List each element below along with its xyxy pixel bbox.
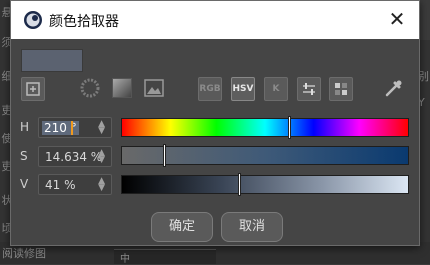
value-slider[interactable] [121, 173, 409, 196]
color-wheel-button[interactable] [79, 77, 101, 99]
hue-label: H [20, 120, 30, 134]
hsv-mode-button[interactable]: HSV [231, 77, 255, 101]
background-label: 阅读修图 [2, 247, 46, 260]
hue-input[interactable]: 210 ° ▲ ▼ [38, 117, 112, 138]
saturation-slider[interactable] [121, 144, 409, 167]
hue-slider[interactable] [121, 116, 409, 139]
cinema4d-logo-icon [24, 11, 42, 29]
grid-picker-button[interactable] [21, 77, 45, 101]
swatches-icon [335, 83, 347, 95]
cancel-button[interactable]: 取消 [221, 212, 283, 242]
spectrum-button[interactable] [111, 77, 133, 99]
value-slider-handle[interactable] [238, 173, 241, 196]
value-value: 41 % [45, 178, 76, 192]
eyedropper-icon [385, 80, 402, 97]
image-icon [144, 79, 164, 97]
value-label: V [20, 177, 29, 191]
kelvin-mode-button[interactable]: K [264, 77, 288, 101]
saturation-input[interactable]: 14.634 % ▲ ▼ [38, 146, 112, 167]
title-bar[interactable]: 颜色拾取器 ✕ [11, 1, 419, 39]
rgb-mode-button[interactable]: RGB [198, 77, 222, 101]
color-wheel-icon [80, 78, 100, 98]
hue-slider-handle[interactable] [288, 116, 291, 139]
text-cursor [71, 121, 73, 135]
spectrum-icon [112, 78, 132, 98]
value-input[interactable]: 41 % ▲ ▼ [38, 174, 112, 195]
dialog-title: 颜色拾取器 [49, 14, 119, 30]
saturation-value: 14.634 % [45, 150, 103, 164]
value-stepper-icon[interactable]: ▲ ▼ [98, 177, 105, 193]
swatches-button[interactable] [329, 77, 353, 101]
close-icon[interactable]: ✕ [387, 9, 407, 29]
eyedropper-button[interactable] [383, 77, 405, 99]
current-color-swatch [21, 49, 83, 72]
mixer-button[interactable] [297, 77, 321, 101]
image-picker-button[interactable] [143, 77, 165, 99]
ok-button[interactable]: 确定 [151, 212, 213, 242]
hue-stepper-icon[interactable]: ▲ ▼ [98, 120, 105, 136]
hue-value: 210 ° [42, 121, 79, 135]
saturation-stepper-icon[interactable]: ▲ ▼ [98, 149, 105, 165]
background-dropdown[interactable]: 中 [114, 249, 216, 265]
mixer-icon [303, 83, 315, 95]
color-picker-dialog: 颜色拾取器 ✕ RGB HSV K H 210 ° ▲ ▼ S 14.634 %… [10, 0, 420, 246]
saturation-slider-handle[interactable] [163, 144, 166, 167]
grid-picker-icon [26, 82, 40, 96]
saturation-label: S [20, 149, 28, 163]
